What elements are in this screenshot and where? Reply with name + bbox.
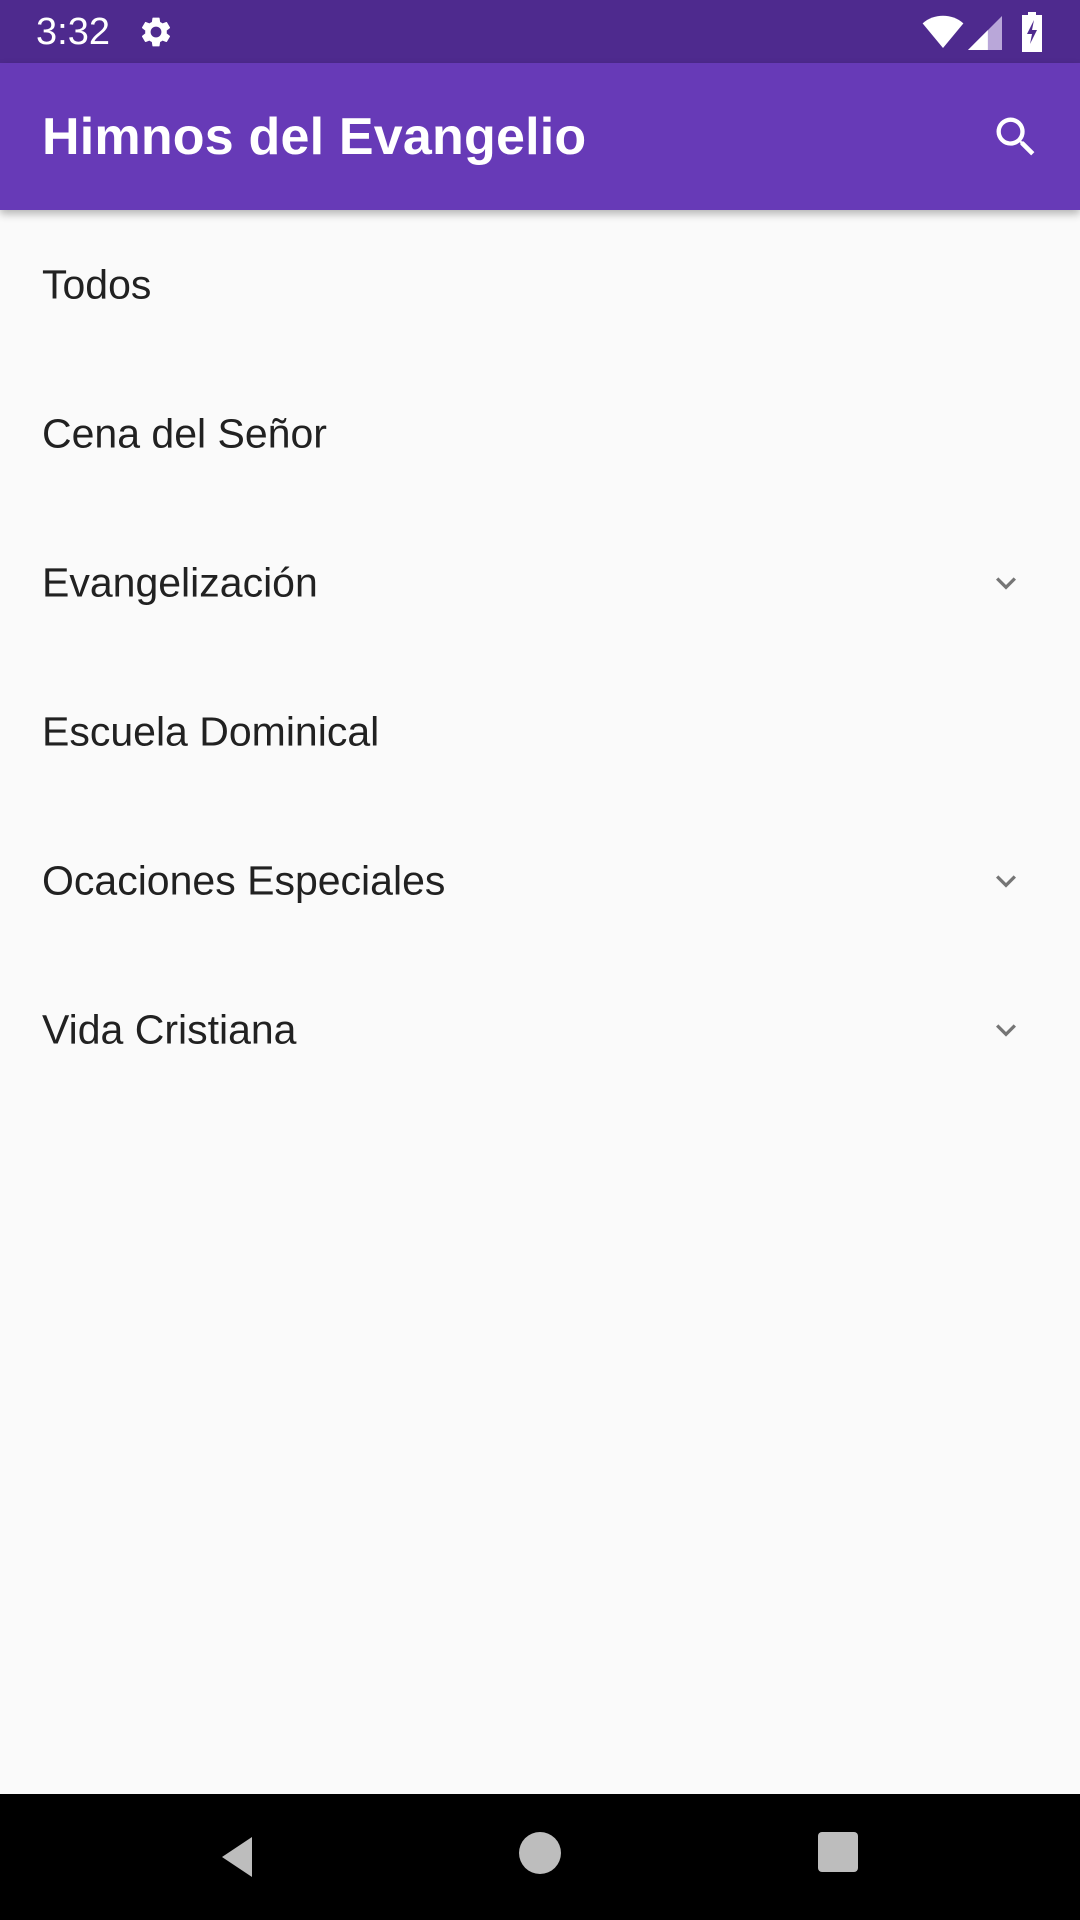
status-bar: 3:32	[0, 0, 1080, 63]
chevron-down-icon[interactable]	[986, 861, 1026, 901]
search-button[interactable]	[982, 103, 1050, 171]
category-list: Todos Cena del Señor Evangelización Escu…	[0, 210, 1080, 1104]
list-item-label: Todos	[42, 261, 152, 307]
navigation-bar	[0, 1794, 1080, 1920]
search-icon	[996, 117, 1035, 156]
list-item-label: Evangelización	[42, 559, 318, 605]
list-item-escuela-dominical[interactable]: Escuela Dominical	[0, 657, 1080, 806]
chevron-down-icon[interactable]	[986, 563, 1026, 603]
wifi-icon	[922, 15, 964, 48]
list-item-todos[interactable]: Todos	[0, 210, 1080, 359]
list-item-label: Escuela Dominical	[42, 708, 380, 754]
status-time: 3:32	[36, 11, 110, 53]
page-title: Himnos del Evangelio	[42, 108, 587, 166]
recents-icon[interactable]	[818, 1832, 858, 1872]
list-item-evangelizacion[interactable]: Evangelización	[0, 508, 1080, 657]
gear-icon	[141, 17, 171, 47]
list-item-ocaciones-especiales[interactable]: Ocaciones Especiales	[0, 806, 1080, 955]
list-item-vida-cristiana[interactable]: Vida Cristiana	[0, 955, 1080, 1104]
list-item-cena-del-senor[interactable]: Cena del Señor	[0, 359, 1080, 508]
list-item-label: Ocaciones Especiales	[42, 857, 446, 903]
home-icon[interactable]	[519, 1832, 561, 1874]
chevron-down-icon[interactable]	[986, 1010, 1026, 1050]
back-icon[interactable]	[214, 1832, 262, 1882]
battery-icon	[1022, 12, 1042, 52]
list-item-label: Cena del Señor	[42, 410, 327, 456]
signal-icon	[968, 16, 1002, 50]
list-item-label: Vida Cristiana	[42, 1006, 297, 1052]
app-bar: Himnos del Evangelio	[0, 63, 1080, 210]
